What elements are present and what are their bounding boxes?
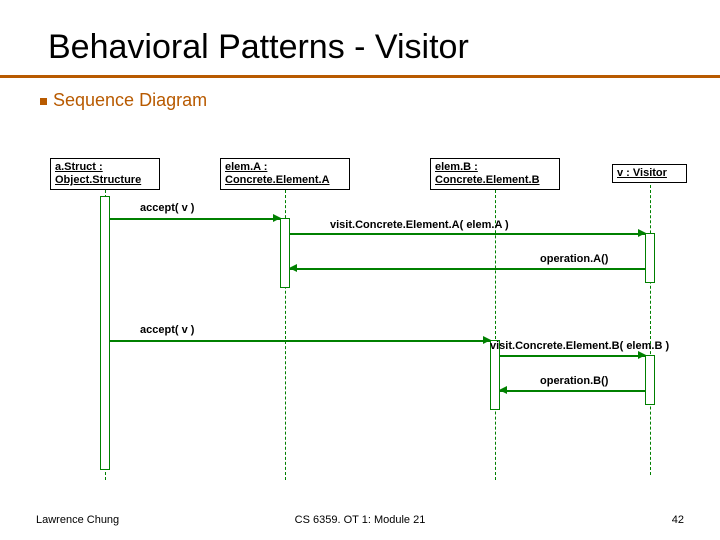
activation-struct xyxy=(100,196,110,470)
arrow-visitA xyxy=(290,233,645,235)
footer-center: CS 6359. OT 1: Module 21 xyxy=(295,514,426,526)
arrow-opA xyxy=(290,268,645,270)
lifeline-elemA: elem.A : Concrete.Element.A xyxy=(220,158,350,190)
subtitle-text: Sequence Diagram xyxy=(53,90,207,110)
lifeline-elemB-l1: elem.B : xyxy=(435,161,478,173)
arrow-accept2 xyxy=(110,340,490,342)
lifeline-elemA-l2: Concrete.Element.A xyxy=(225,174,330,186)
label-visitA: visit.Concrete.Element.A( elem.A ) xyxy=(330,219,509,231)
label-accept1: accept( v ) xyxy=(140,202,194,214)
footer-left: Lawrence Chung xyxy=(36,514,119,526)
lifeline-elemB: elem.B : Concrete.Element.B xyxy=(430,158,560,190)
lifeline-struct-l2: Object.Structure xyxy=(55,174,141,186)
label-visitB: visit.Concrete.Element.B( elem.B ) xyxy=(490,340,669,352)
activation-elemA xyxy=(280,218,290,288)
label-accept2: accept( v ) xyxy=(140,324,194,336)
sequence-diagram: a.Struct : Object.Structure elem.A : Con… xyxy=(40,150,700,490)
arrow-accept1 xyxy=(110,218,280,220)
page-title: Behavioral Patterns - Visitor xyxy=(0,0,720,75)
footer-right: 42 xyxy=(672,514,684,526)
bullet-icon xyxy=(40,98,47,105)
lifeline-elemB-l2: Concrete.Element.B xyxy=(435,174,540,186)
lifeline-visitor: v : Visitor xyxy=(612,164,687,183)
arrow-visitB xyxy=(500,355,645,357)
lifeline-visitor-label: v : Visitor xyxy=(617,167,667,179)
activation-visitor-2 xyxy=(645,355,655,405)
label-opA: operation.A() xyxy=(540,253,608,265)
lifeline-struct: a.Struct : Object.Structure xyxy=(50,158,160,190)
lifeline-struct-l1: a.Struct : xyxy=(55,161,103,173)
lifeline-elemA-l1: elem.A : xyxy=(225,161,267,173)
subtitle: Sequence Diagram xyxy=(0,78,720,111)
lifeline-line-visitor xyxy=(650,185,651,475)
arrow-opB xyxy=(500,390,645,392)
label-opB: operation.B() xyxy=(540,375,608,387)
activation-visitor-1 xyxy=(645,233,655,283)
